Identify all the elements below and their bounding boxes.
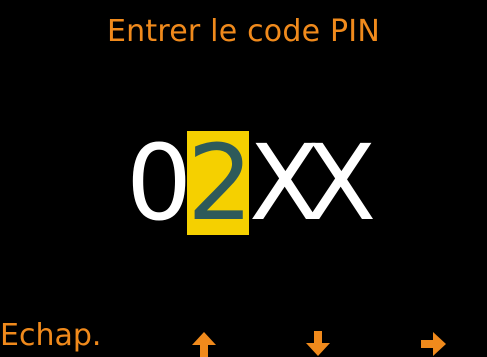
arrow-up-icon[interactable] [191,331,217,357]
pin-digit-2-selected[interactable]: 2 [187,131,253,235]
escape-button[interactable]: Echap. [0,318,101,354]
pin-digit-4: X [305,122,377,244]
screen-title: Entrer le code PIN [107,14,380,49]
arrow-right-icon[interactable] [421,331,447,357]
pin-digit-1: 0 [126,122,193,244]
arrow-down-icon[interactable] [305,331,331,357]
pin-digit-3: X [249,122,321,244]
softkey-bar: Echap. [0,318,487,357]
pin-entry[interactable]: 0 2 X X [0,128,487,238]
